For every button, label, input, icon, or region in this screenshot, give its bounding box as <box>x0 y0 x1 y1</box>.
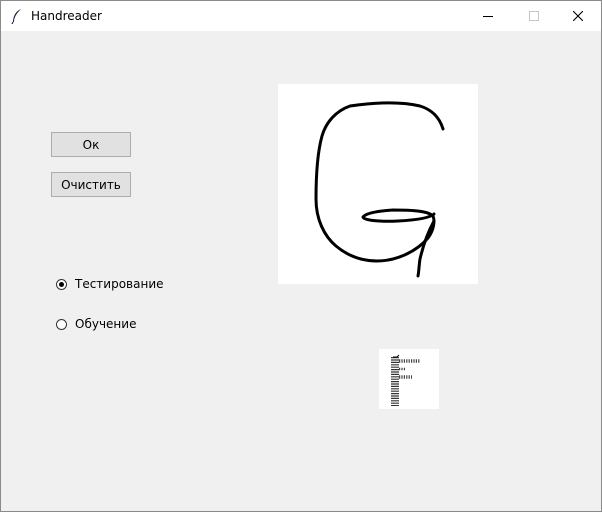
ok-button[interactable]: Ок <box>51 132 131 157</box>
preview-canvas <box>379 349 439 409</box>
radio-label-learning: Обучение <box>75 317 137 331</box>
drawing-canvas[interactable] <box>278 84 478 284</box>
title-bar[interactable]: Handreader <box>1 1 601 31</box>
close-icon <box>573 11 583 21</box>
handwritten-stroke <box>314 101 445 278</box>
feather-icon <box>11 9 21 24</box>
maximize-button[interactable] <box>511 1 557 31</box>
app-window: Handreader Ок Очистить Тестирование Обуч… <box>0 0 602 512</box>
clear-button[interactable]: Очистить <box>51 172 131 197</box>
maximize-icon <box>529 11 539 21</box>
radio-learning[interactable]: Обучение <box>56 316 136 332</box>
minimize-icon <box>483 16 493 17</box>
radio-label-testing: Тестирование <box>75 277 164 291</box>
client-area: Ок Очистить Тестирование Обучение <box>1 31 601 511</box>
close-button[interactable] <box>555 1 601 31</box>
window-title: Handreader <box>31 9 102 23</box>
radio-indicator[interactable] <box>56 318 67 330</box>
radio-indicator-selected[interactable] <box>56 278 67 290</box>
recognized-glyph <box>391 354 420 406</box>
radio-testing[interactable]: Тестирование <box>56 276 164 292</box>
minimize-button[interactable] <box>465 1 511 31</box>
